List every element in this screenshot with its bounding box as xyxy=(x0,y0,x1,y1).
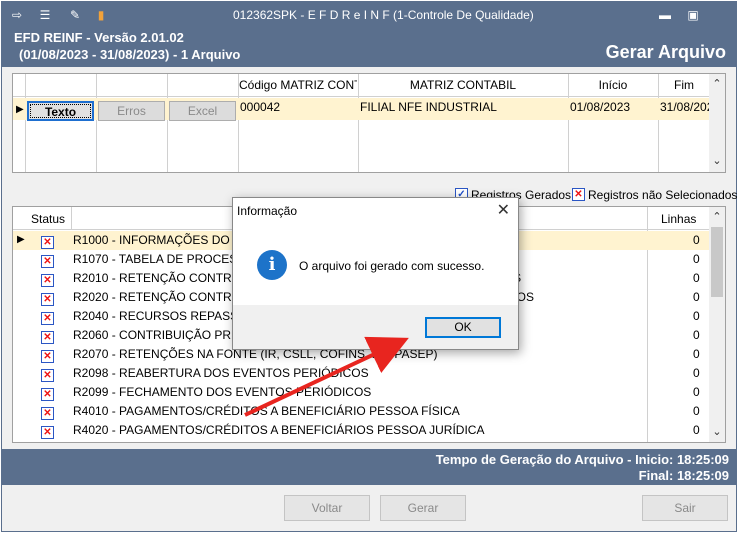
sair-button[interactable]: Sair xyxy=(642,495,728,521)
dialog-footer: OK xyxy=(233,305,518,349)
cell-matriz: FILIAL NFE INDUSTRIAL xyxy=(360,100,497,114)
event-lines: 0 xyxy=(693,252,700,266)
event-lines: 0 xyxy=(693,347,700,361)
status-checkbox[interactable]: ✕ xyxy=(41,348,54,363)
checked-red-icon: ✕ xyxy=(41,407,54,420)
traffic-light-icon[interactable]: ☰ xyxy=(36,7,54,24)
table-row[interactable]: ✕ R2098 - REABERTURA DOS EVENTOS PERIÓDIC… xyxy=(13,364,709,383)
event-lines: 0 xyxy=(693,271,700,285)
event-lines: 0 xyxy=(693,404,700,418)
event-name: R2098 - REABERTURA DOS EVENTOS PERIÓDICO… xyxy=(73,366,369,380)
chevron-down-icon[interactable]: ⌄ xyxy=(709,154,725,167)
checked-red-icon: ✕ xyxy=(41,350,54,363)
event-lines: 0 xyxy=(693,423,700,437)
event-name: R2099 - FECHAMENTO DOS EVENTOS PERIÓDICO… xyxy=(73,385,372,399)
chevron-up-icon[interactable]: ⌃ xyxy=(709,210,725,223)
column-header-inicio[interactable]: Início xyxy=(569,74,657,96)
column-header-status[interactable]: Status xyxy=(31,209,65,229)
status-checkbox[interactable]: ✕ xyxy=(41,253,54,268)
minimize-button[interactable]: ▬ xyxy=(656,7,674,23)
window-title: 012362SPK - E F D R e I N F (1-Controle … xyxy=(233,8,534,22)
event-name: R4099 - FECHAMENTO/REABERTURA DOS EVENTO… xyxy=(73,442,478,443)
restore-button[interactable]: ▣ xyxy=(684,7,702,23)
excel-button[interactable]: Excel xyxy=(169,101,236,121)
footer-bar: Voltar Gerar Sair xyxy=(2,485,736,531)
checked-red-icon: ✕ xyxy=(41,293,54,306)
status-checkbox[interactable]: ✕ xyxy=(41,234,54,249)
checked-red-icon: ✕ xyxy=(41,236,54,249)
checked-red-icon: ✕ xyxy=(41,255,54,268)
status-checkbox[interactable]: ✕ xyxy=(41,386,54,401)
status-checkbox[interactable]: ✕ xyxy=(41,424,54,439)
checked-red-icon: ✕ xyxy=(41,388,54,401)
event-lines: 0 xyxy=(693,233,700,247)
wrench-icon[interactable]: ✎ xyxy=(66,7,84,24)
scroll-thumb[interactable] xyxy=(711,227,723,297)
info-dialog: Informação ✕ i O arquivo foi gerado com … xyxy=(232,197,519,350)
version-label: EFD REINF - Versão 2.01.02 xyxy=(14,30,184,45)
cell-codigo: 000042 xyxy=(240,100,281,114)
column-header-linhas[interactable]: Linhas xyxy=(661,209,696,229)
status-checkbox[interactable]: ✕ xyxy=(41,272,54,287)
status-checkbox[interactable]: ✕ xyxy=(41,310,54,325)
texto-button[interactable]: Texto xyxy=(27,101,94,121)
generation-time-end: Final: 18:25:09 xyxy=(638,468,729,483)
row-indicator-icon: ▶ xyxy=(17,234,25,245)
event-lines: 0 xyxy=(693,309,700,323)
table-row[interactable]: ✕ R2099 - FECHAMENTO DOS EVENTOS PERIÓDIC… xyxy=(13,383,709,402)
table-row[interactable]: ✕ R4020 - PAGAMENTOS/CRÉDITOS A BENEFICIÁ… xyxy=(13,421,709,440)
column-header-matriz[interactable]: MATRIZ CONTABIL xyxy=(359,74,567,96)
status-bar: Tempo de Geração do Arquivo - Inicio: 18… xyxy=(2,449,736,485)
ok-button[interactable]: OK xyxy=(425,317,501,338)
page-title: Gerar Arquivo xyxy=(605,42,726,62)
title-bar: ⇨ ☰ ✎ ▮ 012362SPK - E F D R e I N F (1-C… xyxy=(2,2,736,29)
info-icon: i xyxy=(257,250,287,280)
generation-time-start: Tempo de Geração do Arquivo - Inicio: 18… xyxy=(435,452,729,467)
event-lines: 0 xyxy=(693,290,700,304)
checked-red-icon: ✕ xyxy=(41,331,54,344)
checked-red-icon: ✕ xyxy=(41,274,54,287)
period-label: (01/08/2023 - 31/08/2023) - 1 Arquivo xyxy=(19,47,241,62)
header-banner: EFD REINF - Versão 2.01.02 (01/08/2023 -… xyxy=(2,29,736,67)
cell-inicio: 01/08/2023 xyxy=(570,100,631,114)
scrollbar[interactable]: ⌃ ⌄ xyxy=(709,74,725,172)
events-scrollbar[interactable]: ⌃ ⌄ xyxy=(709,207,725,442)
table-row[interactable]: ✕R4099 - FECHAMENTO/REABERTURA DOS EVENT… xyxy=(13,440,709,443)
event-lines: 0 xyxy=(693,442,700,443)
column-header-codigo[interactable]: Código MATRIZ CONTABIL xyxy=(239,74,357,96)
checked-red-icon: ✕ xyxy=(41,312,54,325)
matriz-grid: Código MATRIZ CONTABIL MATRIZ CONTABIL I… xyxy=(12,73,726,173)
status-checkbox[interactable]: ✕ xyxy=(41,367,54,382)
status-checkbox[interactable]: ✕ xyxy=(41,291,54,306)
event-lines: 0 xyxy=(693,385,700,399)
export-icon[interactable]: ⇨ xyxy=(8,7,26,24)
legend-not-selected: Registros não Selecionados xyxy=(588,188,738,202)
cell-fim: 31/08/2023 xyxy=(660,100,710,114)
checked-red-icon: ✕ xyxy=(41,426,54,439)
chevron-down-icon[interactable]: ⌄ xyxy=(709,425,725,438)
table-row[interactable]: ✕ R4010 - PAGAMENTOS/CRÉDITOS A BENEFICIÁ… xyxy=(13,402,709,421)
status-checkbox[interactable]: ✕ xyxy=(41,329,54,344)
voltar-button[interactable]: Voltar xyxy=(284,495,370,521)
dialog-title: Informação xyxy=(237,204,298,218)
event-lines: 0 xyxy=(693,366,700,380)
status-checkbox[interactable]: ✕ xyxy=(41,405,54,420)
checked-red-icon: ✕ xyxy=(572,188,585,201)
gerar-button[interactable]: Gerar xyxy=(380,495,466,521)
dialog-message: O arquivo foi gerado com sucesso. xyxy=(299,259,485,273)
event-lines: 0 xyxy=(693,328,700,342)
column-header-fim[interactable]: Fim xyxy=(659,74,709,96)
checked-red-icon: ✕ xyxy=(41,369,54,382)
erros-button[interactable]: Erros xyxy=(98,101,165,121)
row-indicator-icon: ▶ xyxy=(16,104,24,115)
chevron-up-icon[interactable]: ⌃ xyxy=(709,77,725,90)
event-name: R4020 - PAGAMENTOS/CRÉDITOS A BENEFICIÁR… xyxy=(73,423,485,437)
books-icon[interactable]: ▮ xyxy=(92,7,110,24)
event-name: R4010 - PAGAMENTOS/CRÉDITOS A BENEFICIÁR… xyxy=(73,404,460,418)
close-icon[interactable]: ✕ xyxy=(497,200,510,220)
